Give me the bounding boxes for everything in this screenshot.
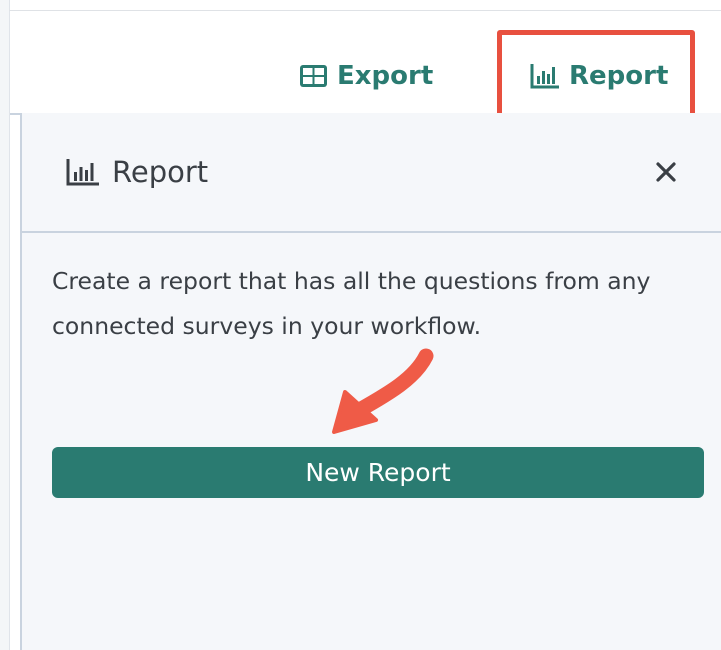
report-button[interactable]: Report	[530, 59, 668, 93]
new-report-label: New Report	[305, 458, 451, 487]
bar-chart-icon	[66, 158, 100, 186]
panel-title-text: Report	[112, 155, 209, 189]
report-label: Report	[569, 61, 669, 91]
close-button[interactable]	[650, 158, 682, 190]
toolbar: Export Report	[10, 11, 721, 115]
bar-chart-icon	[530, 63, 560, 89]
export-button[interactable]: Export	[299, 59, 433, 93]
panel-description: Create a report that has all the questio…	[52, 267, 651, 340]
close-icon	[655, 161, 677, 187]
new-report-button[interactable]: New Report	[52, 447, 704, 498]
export-label: Export	[337, 61, 434, 91]
panel-title: Report	[66, 155, 208, 189]
left-edge	[0, 0, 10, 650]
panel-header: Report	[22, 113, 721, 233]
report-panel: Report Create a report that has all the …	[20, 113, 721, 650]
table-grid-icon	[299, 64, 328, 88]
page: Export Report Report Create a report tha…	[0, 0, 721, 650]
